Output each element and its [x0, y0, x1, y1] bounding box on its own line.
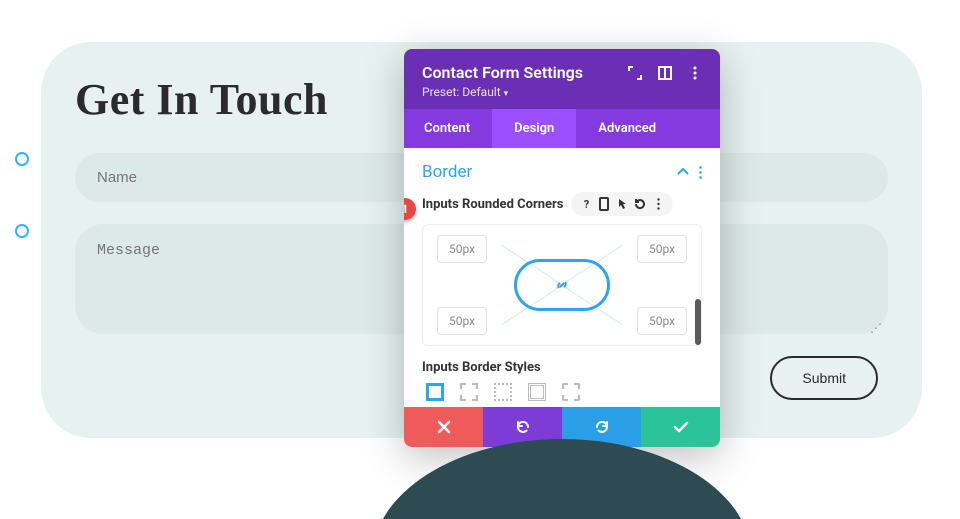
reset-icon[interactable] — [631, 195, 649, 213]
link-icon — [553, 276, 571, 294]
preset-label: Preset: Default — [422, 85, 501, 99]
redo-icon — [594, 419, 610, 435]
page-root: Get In Touch ⋰ Submit Contact Form Setti… — [0, 0, 960, 519]
tab-design[interactable]: Design — [492, 109, 576, 148]
close-icon — [437, 420, 451, 434]
border-style-dashed[interactable] — [460, 383, 478, 401]
cancel-button[interactable] — [404, 407, 483, 447]
kebab-icon[interactable] — [688, 66, 702, 80]
decorative-shape — [372, 439, 752, 519]
callout-marker: 1 — [404, 198, 416, 220]
section-handle-icon[interactable] — [15, 224, 29, 238]
header-icon-row — [628, 66, 702, 80]
modal-title: Contact Form Settings — [422, 63, 583, 82]
section-header-row: Border — [422, 162, 702, 182]
modal-tabs: Content Design Advanced — [404, 109, 720, 148]
border-styles-label: Inputs Border Styles — [422, 360, 702, 375]
check-icon — [673, 421, 689, 433]
kebab-icon[interactable] — [649, 195, 667, 213]
tab-advanced[interactable]: Advanced — [576, 109, 678, 148]
device-icon[interactable] — [595, 195, 613, 213]
expand-icon[interactable] — [628, 66, 642, 80]
border-style-dotted[interactable] — [494, 383, 512, 401]
settings-modal: Contact Form Settings Preset: Default ▾ — [404, 49, 720, 447]
section-handle-icon[interactable] — [15, 152, 29, 166]
columns-icon[interactable] — [658, 66, 672, 80]
panel-scrollbar[interactable] — [695, 299, 701, 345]
undo-icon — [515, 419, 531, 435]
corner-bottom-right-input[interactable]: 50px — [637, 307, 687, 335]
link-values-toggle[interactable] — [514, 259, 610, 311]
section-title[interactable]: Border — [422, 162, 472, 182]
kebab-icon[interactable] — [699, 166, 702, 179]
tab-content[interactable]: Content — [404, 109, 492, 148]
modal-header: Contact Form Settings Preset: Default ▾ — [404, 49, 720, 109]
preset-selector[interactable]: Preset: Default ▾ — [422, 85, 702, 99]
border-styles-row — [422, 383, 702, 401]
submit-button[interactable]: Submit — [770, 356, 878, 400]
resize-handle-icon[interactable]: ⋰ — [870, 324, 882, 332]
corner-preview — [502, 245, 622, 325]
confirm-button[interactable] — [641, 407, 720, 447]
option-toolbar: ? — [571, 192, 673, 216]
corner-top-right-input[interactable]: 50px — [637, 235, 687, 263]
corners-label-row: Inputs Rounded Corners ? — [422, 192, 702, 216]
modal-panel: 1 Border Inputs Rounded Corners ? — [404, 148, 720, 407]
corner-top-left-input[interactable]: 50px — [437, 235, 487, 263]
chevron-down-icon: ▾ — [504, 89, 509, 99]
border-style-double[interactable] — [528, 383, 546, 401]
rounded-corners-control: 50px 50px 50px 50px — [422, 224, 702, 346]
corners-label: Inputs Rounded Corners — [422, 197, 563, 212]
help-icon[interactable]: ? — [577, 195, 595, 213]
chevron-up-icon[interactable] — [677, 168, 689, 176]
corner-bottom-left-input[interactable]: 50px — [437, 307, 487, 335]
border-style-groove[interactable] — [562, 383, 580, 401]
border-style-solid[interactable] — [426, 383, 444, 401]
hover-icon[interactable] — [613, 195, 631, 213]
